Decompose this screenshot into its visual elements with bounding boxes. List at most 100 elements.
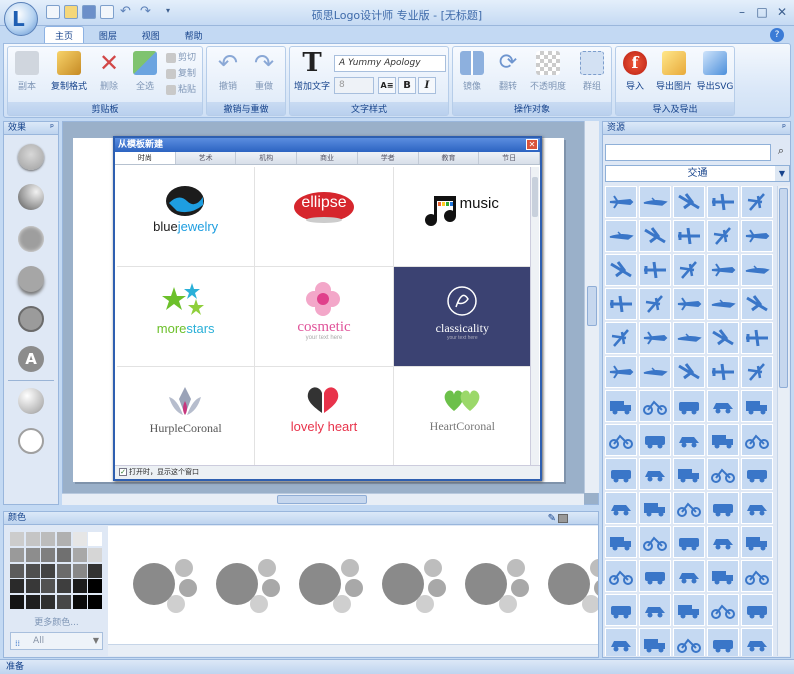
airplane-resource-icon[interactable]: [741, 186, 773, 218]
vehicle-resource-icon[interactable]: [741, 492, 773, 524]
delete-button[interactable]: ✕ 删除: [92, 51, 126, 92]
copy-button[interactable]: 复制: [166, 67, 196, 81]
airplane-resource-icon[interactable]: [639, 356, 671, 388]
quick-undo-icon[interactable]: ↶: [120, 4, 131, 19]
color-swatch[interactable]: [25, 547, 40, 562]
maximize-icon[interactable]: □: [753, 5, 771, 19]
color-swatch[interactable]: [25, 595, 40, 610]
template-music[interactable]: music: [393, 167, 532, 267]
resource-category-select[interactable]: 交通 ▼: [605, 165, 790, 182]
vehicle-resource-icon[interactable]: [741, 424, 773, 456]
airplane-resource-icon[interactable]: [741, 356, 773, 388]
airplane-resource-icon[interactable]: [673, 288, 705, 320]
dialog-scroll-thumb[interactable]: [532, 177, 538, 217]
airplane-resource-icon[interactable]: [673, 322, 705, 354]
color-preset[interactable]: [211, 544, 291, 644]
paste-button[interactable]: 粘贴: [166, 83, 196, 97]
dialog-tab-festival[interactable]: 节日: [479, 152, 541, 164]
vehicle-resource-icon[interactable]: [605, 492, 637, 524]
airplane-resource-icon[interactable]: [605, 186, 637, 218]
airplane-resource-icon[interactable]: [605, 390, 637, 422]
save-as-icon[interactable]: [100, 5, 114, 19]
airplane-resource-icon[interactable]: [639, 186, 671, 218]
export-svg-button[interactable]: 导出SVG: [696, 51, 734, 92]
color-swatch[interactable]: [88, 563, 103, 578]
vehicle-resource-icon[interactable]: [673, 594, 705, 626]
airplane-resource-icon[interactable]: [605, 322, 637, 354]
airplane-resource-icon[interactable]: [605, 220, 637, 252]
dialog-scrollbar[interactable]: [530, 167, 539, 466]
open-icon[interactable]: [64, 5, 78, 19]
airplane-resource-icon[interactable]: [741, 254, 773, 286]
vehicle-resource-icon[interactable]: [673, 526, 705, 558]
undo-button[interactable]: ↶ 撤销: [211, 51, 245, 92]
template-morestars[interactable]: morestars: [117, 267, 256, 367]
color-swatch[interactable]: [10, 547, 24, 562]
font-size-select[interactable]: 8: [334, 77, 374, 94]
vehicle-resource-icon[interactable]: [741, 628, 773, 656]
italic-button[interactable]: I: [418, 77, 436, 94]
vehicle-resource-icon[interactable]: [639, 492, 671, 524]
canvas-vertical-scrollbar[interactable]: [584, 121, 599, 493]
effect-outline[interactable]: [18, 306, 44, 332]
tab-view[interactable]: 视图: [132, 27, 170, 44]
airplane-resource-icon[interactable]: [639, 254, 671, 286]
dialog-tab-organization[interactable]: 机构: [236, 152, 298, 164]
font-family-select[interactable]: A Yummy Apology: [334, 55, 446, 72]
airplane-resource-icon[interactable]: [707, 356, 739, 388]
rotate-button[interactable]: ⟳ 翻转: [491, 51, 525, 93]
vehicle-resource-icon[interactable]: [741, 526, 773, 558]
color-swatch[interactable]: [41, 595, 56, 610]
vehicle-resource-icon[interactable]: [605, 458, 637, 490]
dialog-tab-art[interactable]: 艺术: [176, 152, 237, 164]
color-preset[interactable]: [377, 544, 457, 644]
save-icon[interactable]: [82, 5, 96, 19]
color-preset[interactable]: [128, 544, 208, 644]
airplane-resource-icon[interactable]: [639, 220, 671, 252]
color-swatch[interactable]: [25, 563, 40, 578]
airplane-resource-icon[interactable]: [707, 322, 739, 354]
color-swatch[interactable]: [10, 563, 24, 578]
color-swatch[interactable]: [57, 532, 71, 546]
airplane-resource-icon[interactable]: [673, 186, 705, 218]
color-swatch[interactable]: [72, 563, 87, 578]
redo-button[interactable]: ↷ 重做: [247, 51, 281, 92]
mirror-button[interactable]: 镜像: [455, 51, 489, 92]
quick-redo-icon[interactable]: ↷: [140, 4, 151, 19]
dialog-tab-education[interactable]: 教育: [419, 152, 480, 164]
color-swatch[interactable]: [88, 595, 103, 610]
vehicle-resource-icon[interactable]: [707, 458, 739, 490]
vehicle-resource-icon[interactable]: [707, 560, 739, 592]
search-icon[interactable]: ⌕: [774, 144, 788, 161]
airplane-resource-icon[interactable]: [741, 322, 773, 354]
color-swatch[interactable]: [72, 547, 87, 562]
tab-layer[interactable]: 图层: [89, 27, 127, 44]
color-swatch[interactable]: [72, 579, 87, 594]
vehicle-resource-icon[interactable]: [605, 628, 637, 656]
airplane-resource-icon[interactable]: [707, 288, 739, 320]
color-swatch[interactable]: [57, 547, 71, 562]
airplane-resource-icon[interactable]: [707, 220, 739, 252]
text-spacing-button[interactable]: A≡: [378, 77, 396, 94]
airplane-resource-icon[interactable]: [673, 356, 705, 388]
color-swatch[interactable]: [10, 579, 24, 594]
canvas-vscroll-thumb[interactable]: [587, 286, 597, 326]
airplane-resource-icon[interactable]: [707, 390, 739, 422]
vehicle-resource-icon[interactable]: [605, 594, 637, 626]
color-preset[interactable]: [460, 544, 540, 644]
airplane-resource-icon[interactable]: [741, 220, 773, 252]
tab-home[interactable]: 主页: [44, 26, 85, 44]
airplane-resource-icon[interactable]: [605, 356, 637, 388]
color-swatch[interactable]: [41, 579, 56, 594]
pin-icon[interactable]: ᵖ: [782, 122, 786, 135]
resource-scrollbar[interactable]: [777, 186, 789, 656]
vehicle-resource-icon[interactable]: [707, 628, 739, 656]
format-painter-button[interactable]: 复制格式: [48, 51, 90, 92]
airplane-resource-icon[interactable]: [707, 186, 739, 218]
resource-scroll-thumb[interactable]: [779, 188, 788, 388]
color-swatch[interactable]: [10, 595, 24, 610]
color-swatch[interactable]: [25, 532, 40, 546]
airplane-resource-icon[interactable]: [673, 390, 705, 422]
export-image-button[interactable]: 导出图片: [654, 51, 694, 92]
template-ellipse[interactable]: ellipse: [255, 167, 394, 267]
